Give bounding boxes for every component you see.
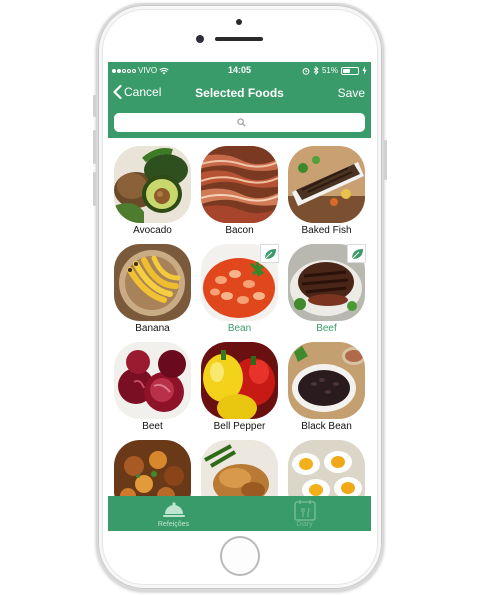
diary-icon	[294, 500, 316, 521]
food-item-stew[interactable]	[108, 432, 195, 496]
power-button	[384, 140, 387, 180]
tab-bar: Refeições Diary	[108, 496, 371, 531]
chicken-image	[201, 440, 278, 496]
stew-image	[114, 440, 191, 496]
navigation-bar: Cancel Selected Foods Save	[108, 79, 371, 108]
food-item-chicken[interactable]	[195, 432, 282, 496]
bluetooth-icon	[313, 66, 319, 75]
food-grid: Avocado Bacon Baked Fish Banana Bean Bee…	[108, 138, 371, 496]
food-name: Bell Pepper	[213, 421, 266, 432]
mute-switch	[93, 95, 96, 117]
food-name: Black Bean	[301, 421, 352, 432]
egg-image	[288, 440, 365, 496]
food-name: Beet	[142, 421, 163, 432]
cloche-icon	[163, 502, 185, 517]
charging-icon	[362, 66, 367, 75]
food-name: Baked Fish	[301, 225, 352, 236]
bell-pepper-image	[201, 342, 278, 419]
food-item-black-bean[interactable]: Black Bean	[282, 334, 369, 432]
search-bar	[108, 108, 371, 138]
volume-down-button	[93, 172, 96, 206]
food-item-banana[interactable]: Banana	[108, 236, 195, 334]
earpiece-speaker	[215, 37, 263, 41]
tab-label: Diary	[296, 521, 313, 528]
food-item-egg[interactable]	[282, 432, 369, 496]
tab-label: Refeições	[157, 521, 190, 528]
app-screen: VIVO 14:05 51% Cancel Selected Foods Sav…	[108, 62, 371, 531]
avocado-image	[114, 146, 191, 223]
food-name: Banana	[135, 323, 170, 334]
leaf-icon	[264, 248, 276, 259]
selected-leaf-badge	[260, 244, 279, 263]
battery-icon	[341, 66, 359, 75]
food-item-beet[interactable]: Beet	[108, 334, 195, 432]
food-item-beef[interactable]: Beef	[282, 236, 369, 334]
beet-image	[114, 342, 191, 419]
status-bar: VIVO 14:05 51%	[108, 62, 371, 79]
battery-level	[343, 68, 351, 73]
food-name: Avocado	[133, 225, 172, 236]
food-item-baked-fish[interactable]: Baked Fish	[282, 138, 369, 236]
banana-image	[114, 244, 191, 321]
food-name: Bean	[227, 323, 252, 334]
front-camera	[196, 35, 204, 43]
bacon-image	[201, 146, 278, 223]
selected-leaf-badge	[347, 244, 366, 263]
food-item-bell-pepper[interactable]: Bell Pepper	[195, 334, 282, 432]
food-name: Beef	[316, 323, 337, 334]
food-name: Bacon	[225, 225, 254, 236]
home-button[interactable]	[220, 536, 260, 576]
status-right: 51%	[302, 62, 367, 79]
search-icon	[237, 118, 246, 127]
alarm-icon	[302, 67, 310, 75]
battery-percent: 51%	[321, 66, 338, 75]
food-item-avocado[interactable]: Avocado	[108, 138, 195, 236]
save-button[interactable]: Save	[338, 86, 365, 100]
volume-up-button	[93, 130, 96, 164]
leaf-icon	[351, 248, 363, 259]
black-bean-image	[288, 342, 365, 419]
page-title: Selected Foods	[195, 86, 284, 100]
tab-refeicoes[interactable]: Refeições	[108, 496, 239, 531]
food-item-bean[interactable]: Bean	[195, 236, 282, 334]
food-item-bacon[interactable]: Bacon	[195, 138, 282, 236]
tab-diary[interactable]: Diary	[239, 496, 370, 531]
sensor-dot	[236, 19, 242, 25]
baked-fish-image	[288, 146, 365, 223]
